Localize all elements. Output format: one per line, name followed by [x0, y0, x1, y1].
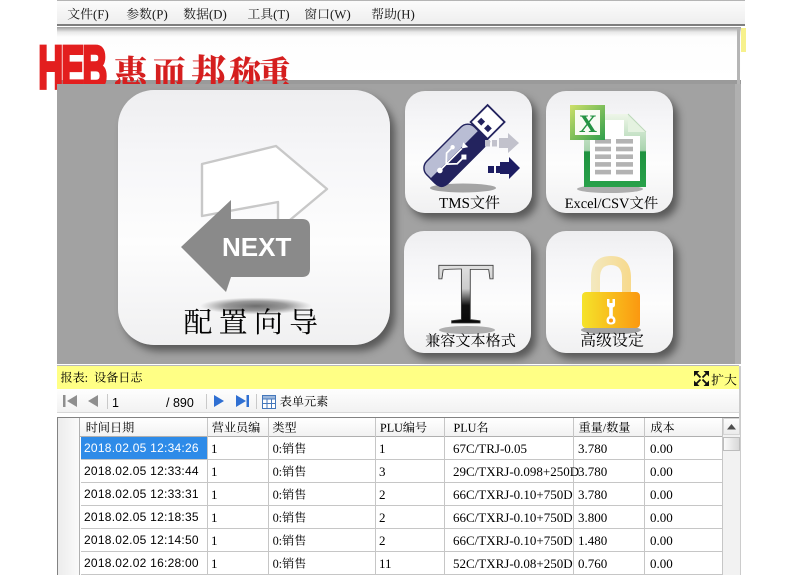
svg-text:T: T [437, 250, 495, 334]
svg-text:NEXT: NEXT [222, 232, 291, 262]
svg-text:X: X [579, 111, 597, 138]
